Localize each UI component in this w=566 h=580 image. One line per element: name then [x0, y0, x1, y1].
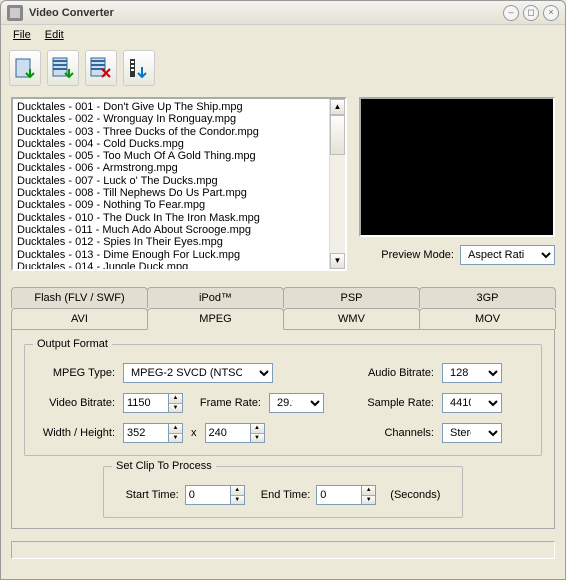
file-list-item[interactable]: Ducktales - 014 - Jungle Duck.mpg: [17, 261, 325, 269]
toolbar: [1, 45, 565, 91]
audio-bitrate-label: Audio Bitrate:: [354, 367, 434, 379]
file-list-item[interactable]: Ducktales - 012 - Spies In Their Eyes.mp…: [17, 236, 325, 248]
start-time-input[interactable]: ▲▼: [185, 485, 245, 505]
tab-mov[interactable]: MOV: [419, 308, 556, 329]
width-input[interactable]: ▲▼: [123, 423, 183, 443]
spinner-up-icon[interactable]: ▲: [169, 394, 182, 404]
width-height-label: Width / Height:: [35, 427, 115, 439]
sample-rate-label: Sample Rate:: [354, 397, 434, 409]
file-list-item[interactable]: Ducktales - 005 - Too Much Of A Gold Thi…: [17, 150, 325, 162]
clip-fieldset: Set Clip To Process Start Time: ▲▼ End T…: [103, 466, 463, 518]
titlebar: Video Converter – ◻ ×: [1, 1, 565, 25]
height-input[interactable]: ▲▼: [205, 423, 265, 443]
app-icon: [7, 5, 23, 21]
tab-flash-flv-swf-[interactable]: Flash (FLV / SWF): [11, 287, 148, 308]
app-window: Video Converter – ◻ × File Edit Ducktale…: [0, 0, 566, 580]
file-list-item[interactable]: Ducktales - 002 - Wronguay In Ronguay.mp…: [17, 113, 325, 125]
mpeg-type-label: MPEG Type:: [35, 367, 115, 379]
file-list-item[interactable]: Ducktales - 013 - Dime Enough For Luck.m…: [17, 249, 325, 261]
maximize-button[interactable]: ◻: [523, 5, 539, 21]
preview-mode-label: Preview Mode:: [381, 249, 454, 261]
mpeg-type-select[interactable]: MPEG-2 SVCD (NTSC): [123, 363, 273, 383]
file-list-item[interactable]: Ducktales - 009 - Nothing To Fear.mpg: [17, 199, 325, 211]
seconds-label: (Seconds): [390, 489, 440, 501]
x-label: x: [191, 427, 197, 439]
add-files-button[interactable]: [9, 50, 41, 86]
scroll-down-button[interactable]: ▼: [330, 253, 345, 269]
remove-button[interactable]: [85, 50, 117, 86]
preview-mode-select[interactable]: Aspect Ratio: [460, 245, 555, 265]
file-list-item[interactable]: Ducktales - 004 - Cold Ducks.mpg: [17, 138, 325, 150]
scroll-thumb[interactable]: [330, 115, 345, 155]
file-list-item[interactable]: Ducktales - 003 - Three Ducks of the Con…: [17, 126, 325, 138]
convert-button[interactable]: [123, 50, 155, 86]
menu-edit[interactable]: Edit: [39, 27, 70, 43]
file-list-item[interactable]: Ducktales - 008 - Till Nephews Do Us Par…: [17, 187, 325, 199]
close-button[interactable]: ×: [543, 5, 559, 21]
tab-ipod-[interactable]: iPod™: [147, 287, 284, 308]
tab-mpeg[interactable]: MPEG: [147, 308, 284, 330]
end-time-input[interactable]: ▲▼: [316, 485, 376, 505]
spinner-down-icon[interactable]: ▼: [169, 404, 182, 413]
video-bitrate-label: Video Bitrate:: [35, 397, 115, 409]
tab-3gp[interactable]: 3GP: [419, 287, 556, 308]
scroll-up-button[interactable]: ▲: [330, 99, 345, 115]
file-list-scrollbar[interactable]: ▲ ▼: [329, 99, 345, 269]
tab-psp[interactable]: PSP: [283, 287, 420, 308]
menu-file[interactable]: File: [7, 27, 37, 43]
frame-rate-label: Frame Rate:: [191, 397, 261, 409]
output-format-legend: Output Format: [33, 338, 112, 350]
tab-avi[interactable]: AVI: [11, 308, 148, 329]
audio-bitrate-select[interactable]: 128: [442, 363, 502, 383]
video-bitrate-input[interactable]: ▲▼: [123, 393, 183, 413]
file-list-item[interactable]: Ducktales - 010 - The Duck In The Iron M…: [17, 212, 325, 224]
add-folder-button[interactable]: [47, 50, 79, 86]
clip-legend: Set Clip To Process: [112, 460, 216, 472]
minimize-button[interactable]: –: [503, 5, 519, 21]
scroll-track[interactable]: [330, 115, 345, 253]
output-format-fieldset: Output Format MPEG Type: MPEG-2 SVCD (NT…: [24, 344, 542, 456]
tab-wmv[interactable]: WMV: [283, 308, 420, 329]
tab-panel-mpeg: Output Format MPEG Type: MPEG-2 SVCD (NT…: [11, 329, 555, 529]
channels-label: Channels:: [354, 427, 434, 439]
channels-select[interactable]: Stereo: [442, 423, 502, 443]
preview-area: [359, 97, 555, 237]
file-list-item[interactable]: Ducktales - 001 - Don't Give Up The Ship…: [17, 101, 325, 113]
file-list-item[interactable]: Ducktales - 007 - Luck o' The Ducks.mpg: [17, 175, 325, 187]
file-list-item[interactable]: Ducktales - 011 - Much Ado About Scrooge…: [17, 224, 325, 236]
status-bar: [11, 541, 555, 559]
menubar: File Edit: [1, 25, 565, 45]
end-time-label: End Time:: [261, 489, 311, 501]
file-list-item[interactable]: Ducktales - 006 - Armstrong.mpg: [17, 162, 325, 174]
file-list[interactable]: Ducktales - 001 - Don't Give Up The Ship…: [11, 97, 347, 271]
sample-rate-select[interactable]: 44100: [442, 393, 502, 413]
start-time-label: Start Time:: [126, 489, 179, 501]
window-title: Video Converter: [29, 7, 499, 19]
frame-rate-select[interactable]: 29.97: [269, 393, 324, 413]
